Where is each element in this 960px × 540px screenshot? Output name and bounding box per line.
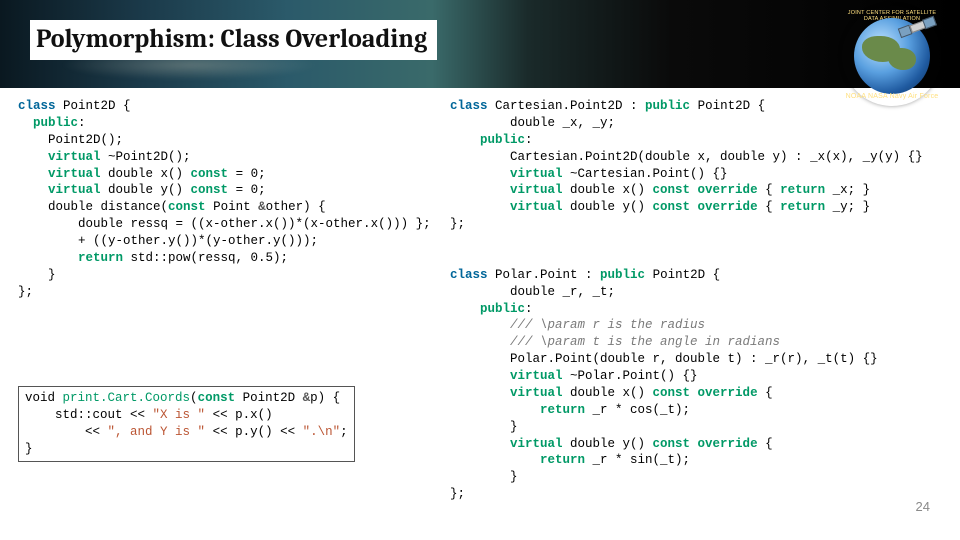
code-point2d: class Point2D { public: Point2D(); virtu…	[18, 98, 438, 301]
slide-content: class Point2D { public: Point2D(); virtu…	[0, 98, 960, 528]
slide-title: Polymorphism: Class Overloading	[36, 24, 427, 54]
code-derived: class Cartesian.Point2D : public Point2D…	[450, 98, 950, 503]
jcsda-logo: JOINT CENTER FOR SATELLITE DATA ASSIMILA…	[842, 6, 942, 106]
slide-banner: Polymorphism: Class Overloading JOINT CE…	[0, 0, 960, 88]
code-print-fn: void print.Cart.Coords(const Point2D &p)…	[25, 390, 348, 458]
code-print-box: void print.Cart.Coords(const Point2D &p)…	[18, 386, 355, 462]
title-box: Polymorphism: Class Overloading	[30, 20, 437, 60]
page-number: 24	[916, 499, 930, 514]
